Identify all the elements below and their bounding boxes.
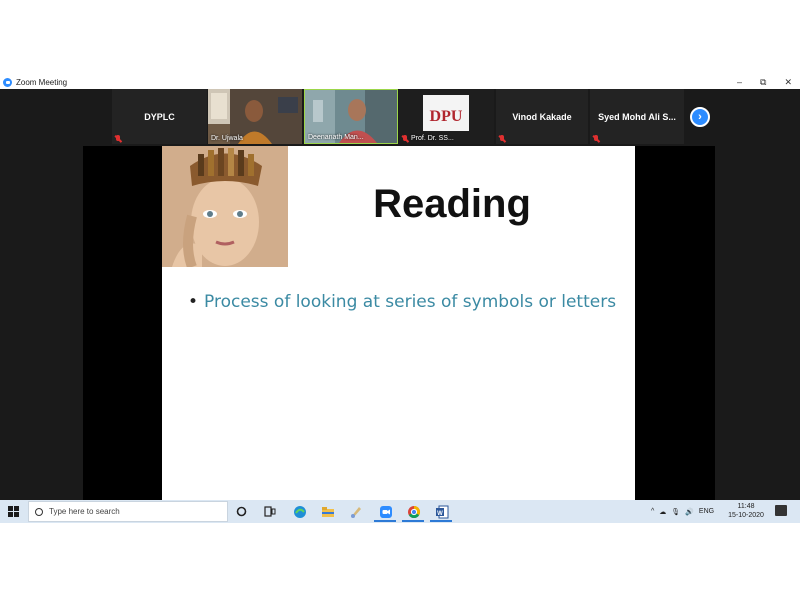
paint-app-icon[interactable]	[348, 504, 363, 519]
word-icon[interactable]: W	[434, 504, 449, 519]
speaker-icon[interactable]: 🔊	[685, 508, 694, 516]
zoom-app-icon[interactable]	[378, 504, 393, 519]
show-hidden-icons-button[interactable]: ^	[651, 508, 654, 515]
participant-tile-ujwala[interactable]: Dr. Ujwala	[208, 89, 302, 144]
participant-name: Dr. Ujwala	[211, 135, 243, 142]
slide-bullet-text: Process of looking at series of symbols …	[204, 292, 617, 312]
window-title: Zoom Meeting	[16, 77, 68, 87]
participant-name: Deenanath Man...	[308, 134, 364, 141]
participant-name: DYPLC	[144, 111, 175, 122]
svg-text:W: W	[437, 511, 443, 517]
window-controls: – ⧉ ✕	[737, 75, 792, 89]
participant-tile-prof-ss[interactable]: DPU Prof. Dr. SS...	[399, 89, 494, 144]
clock-time: 11:48	[737, 503, 755, 510]
active-app-indicator	[374, 520, 396, 522]
task-view-icon[interactable]	[262, 504, 277, 519]
muted-mic-icon	[499, 135, 505, 142]
taskbar-search-box[interactable]: Type here to search	[28, 501, 228, 522]
muted-mic-icon	[593, 135, 599, 142]
participant-name: Syed Mohd Ali S...	[598, 111, 676, 122]
notification-center-icon[interactable]	[775, 505, 787, 516]
next-participants-button[interactable]: ›	[690, 107, 710, 127]
search-icon	[35, 507, 43, 516]
head-library-illustration	[162, 146, 288, 267]
window-titlebar: Zoom Meeting – ⧉ ✕	[0, 75, 800, 89]
participant-name: Vinod Kakade	[512, 111, 572, 122]
windows-start-icon[interactable]	[8, 506, 19, 517]
clock-date: 15-10-2020	[728, 512, 764, 519]
participant-tile-dyplc[interactable]: DYPLC	[112, 89, 207, 144]
bullet-dot: •	[188, 292, 199, 312]
windows-taskbar: Type here to search W ^ ☁ 🎙 🔊 ENG 11:48 …	[0, 500, 800, 523]
presentation-slide: Reading • Process of looking at series of…	[162, 146, 635, 500]
system-tray: ^ ☁ 🎙 🔊 ENG	[651, 500, 714, 523]
taskbar-clock[interactable]: 11:48 15-10-2020	[728, 502, 764, 520]
participant-tile-deenanath[interactable]: Deenanath Man...	[304, 89, 398, 144]
dpu-logo-text: DPU	[430, 108, 463, 125]
active-app-indicator	[430, 520, 452, 522]
minimize-button[interactable]: –	[737, 75, 742, 89]
onedrive-icon[interactable]: ☁	[659, 508, 666, 516]
zoom-logo-icon	[3, 77, 12, 87]
slide-image	[162, 146, 288, 267]
participant-tile-syed[interactable]: Syed Mohd Ali S...	[590, 89, 684, 144]
file-explorer-icon[interactable]	[320, 504, 335, 519]
participant-tile-vinod[interactable]: Vinod Kakade	[496, 89, 588, 144]
muted-mic-icon	[402, 135, 408, 142]
language-indicator[interactable]: ENG	[699, 508, 714, 515]
active-app-indicator	[402, 520, 424, 522]
edge-browser-icon[interactable]	[292, 504, 307, 519]
slide-bullet: • Process of looking at series of symbols…	[188, 292, 616, 312]
chrome-icon[interactable]	[406, 504, 421, 519]
muted-mic-icon	[115, 135, 121, 142]
participant-name: Prof. Dr. SS...	[411, 135, 454, 142]
cortana-icon[interactable]	[234, 504, 249, 519]
search-placeholder: Type here to search	[49, 507, 120, 516]
slide-title: Reading	[373, 182, 531, 226]
microphone-icon[interactable]: 🎙	[671, 508, 680, 516]
participant-strip: DYPLC Dr. Ujwala Deenanath Man... DPU Pr…	[0, 89, 800, 146]
restore-button[interactable]: ⧉	[760, 75, 766, 89]
close-button[interactable]: ✕	[784, 75, 792, 89]
